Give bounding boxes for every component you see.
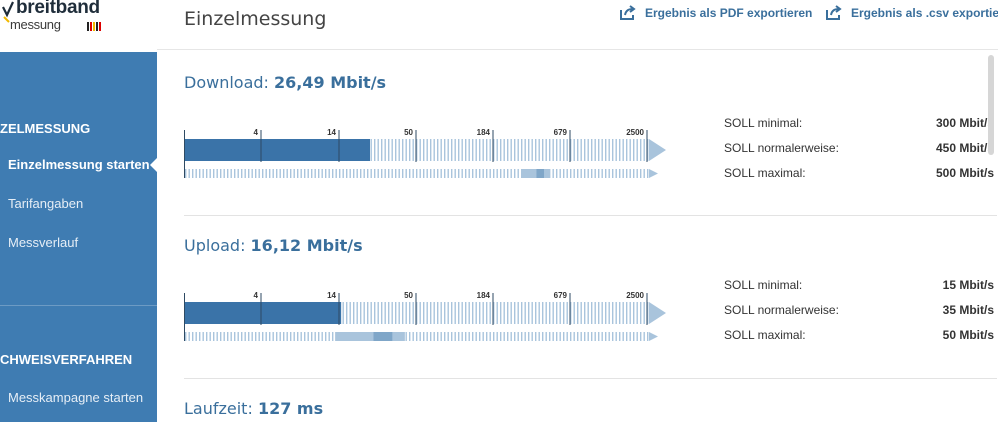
download-title: Download: 26,49 Mbit/s xyxy=(184,73,386,92)
active-caret-icon xyxy=(150,157,157,173)
export-pdf-label: Ergebnis als PDF exportieren xyxy=(645,6,813,20)
soll-label: SOLL minimal: xyxy=(724,277,803,292)
sidebar-heading-einzelmessung: ZELMESSUNG xyxy=(0,121,91,136)
export-csv-button[interactable]: Ergebnis als .csv exportieren xyxy=(825,5,998,21)
scale-tick-label: 184 xyxy=(477,128,491,137)
upload-gauge: 4 14 50 184 679 2500 xyxy=(184,291,666,341)
topbar: Einzelmessung Ergebnis als PDF exportier… xyxy=(157,0,998,50)
scale-tick-label: 679 xyxy=(554,128,568,137)
latency-value: 127 ms xyxy=(257,399,324,418)
soll-value: 15 Mbit/s xyxy=(942,277,994,292)
main-content: Einzelmessung Ergebnis als PDF exportier… xyxy=(157,0,998,422)
soll-value: 35 Mbit/s xyxy=(942,302,994,317)
scale-tick-label: 2500 xyxy=(626,291,644,300)
scale-tick-label: 184 xyxy=(477,291,491,300)
sidebar-item-tarifangaben[interactable]: Tarifangaben xyxy=(8,196,83,211)
sidebar: breitband messung ZELMESSUNG Einzelmessu… xyxy=(0,0,157,422)
section-divider xyxy=(184,215,997,216)
soll-row: SOLL minimal: 15 Mbit/s xyxy=(724,272,994,297)
soll-row: SOLL normalerweise: 450 Mbit/s xyxy=(724,135,994,160)
share-export-icon xyxy=(826,5,842,20)
download-label: Download: xyxy=(184,73,269,92)
target-normal-range xyxy=(536,169,545,178)
track-arrow-icon xyxy=(649,302,666,324)
scrollbar-thumb[interactable] xyxy=(988,55,994,155)
scale-tick-label: 14 xyxy=(327,128,336,137)
sidebar-heading-nachweisverfahren: CHWEISVERFAHREN xyxy=(0,352,133,367)
sidebar-divider xyxy=(0,305,157,306)
logo[interactable]: breitband messung xyxy=(0,0,157,52)
soll-label: SOLL minimal: xyxy=(724,115,803,130)
soll-value: 50 Mbit/s xyxy=(942,327,994,342)
export-pdf-button[interactable]: Ergebnis als PDF exportieren xyxy=(619,5,812,21)
soll-label: SOLL maximal: xyxy=(724,327,806,342)
measured-bar xyxy=(184,139,370,161)
download-gauge: 4 14 50 184 679 2500 xyxy=(184,128,666,178)
upload-value: 16,12 Mbit/s xyxy=(250,236,363,255)
soll-row: SOLL maximal: 50 Mbit/s xyxy=(724,322,994,347)
page-title: Einzelmessung xyxy=(184,8,327,30)
download-value: 26,49 Mbit/s xyxy=(274,73,387,92)
scale-tick-label: 4 xyxy=(254,291,259,300)
logo-subtitle: messung xyxy=(10,17,61,32)
upload-label: Upload: xyxy=(184,236,246,255)
scale-tick-label: 679 xyxy=(554,291,568,300)
scale-tick-label: 4 xyxy=(254,128,259,137)
soll-value: 500 Mbit/s xyxy=(935,165,994,180)
track-arrow-icon xyxy=(649,139,666,161)
target-track xyxy=(185,332,649,341)
download-soll-table: SOLL minimal: 300 Mbit/s SOLL normalerwei… xyxy=(724,110,994,185)
sidebar-item-einzelmessung-starten[interactable]: Einzelmessung starten xyxy=(8,157,150,172)
scale-tick-label: 50 xyxy=(404,291,413,300)
sidebar-item-messkampagne-starten[interactable]: Messkampagne starten xyxy=(8,390,143,405)
share-export-icon xyxy=(620,5,636,20)
latency-label: Laufzeit: xyxy=(184,399,253,418)
scale-tick-label: 14 xyxy=(327,291,336,300)
scale-tick-label: 50 xyxy=(404,128,413,137)
logo-flag-icon xyxy=(87,22,101,31)
measured-bar xyxy=(184,302,342,324)
target-track xyxy=(185,169,649,178)
soll-label: SOLL maximal: xyxy=(724,165,806,180)
latency-title: Laufzeit: 127 ms xyxy=(184,399,323,418)
export-csv-label: Ergebnis als .csv exportieren xyxy=(851,6,998,20)
soll-row: SOLL normalerweise: 35 Mbit/s xyxy=(724,297,994,322)
soll-row: SOLL maximal: 500 Mbit/s xyxy=(724,160,994,185)
scale-tick-label: 2500 xyxy=(626,128,644,137)
upload-title: Upload: 16,12 Mbit/s xyxy=(184,236,363,255)
soll-label: SOLL normalerweise: xyxy=(724,140,839,155)
target-range xyxy=(335,332,405,341)
sidebar-item-messverlauf[interactable]: Messverlauf xyxy=(8,235,78,250)
app: breitband messung ZELMESSUNG Einzelmessu… xyxy=(0,0,998,422)
section-divider xyxy=(184,378,997,379)
soll-label: SOLL normalerweise: xyxy=(724,302,839,317)
soll-value: 300 Mbit/s xyxy=(935,115,994,130)
soll-row: SOLL minimal: 300 Mbit/s xyxy=(724,110,994,135)
upload-soll-table: SOLL minimal: 15 Mbit/s SOLL normalerweis… xyxy=(724,272,994,347)
target-range xyxy=(521,169,550,178)
soll-value: 450 Mbit/s xyxy=(935,140,994,155)
target-normal-range xyxy=(373,332,393,341)
